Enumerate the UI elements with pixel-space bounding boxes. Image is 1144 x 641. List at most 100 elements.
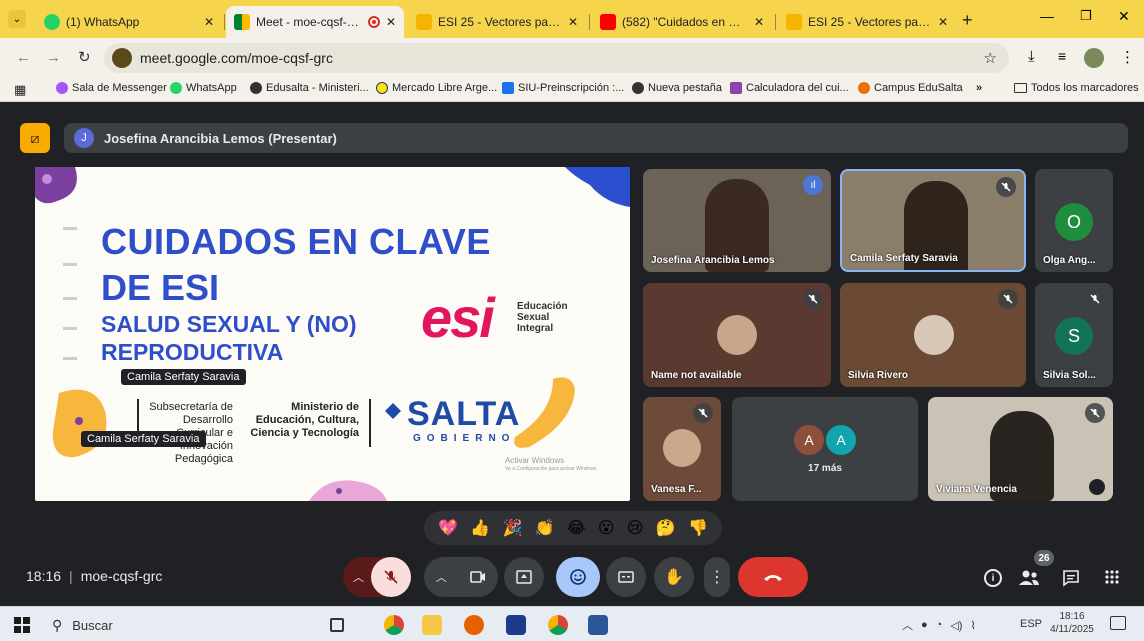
chrome-profile-icon[interactable]: [548, 615, 568, 635]
reaction-heart[interactable]: 💖: [438, 518, 458, 538]
participant-tile[interactable]: Vanesa F...: [643, 397, 721, 501]
video-options-button[interactable]: ︿: [424, 557, 498, 597]
task-view-icon[interactable]: [330, 618, 344, 632]
mic-off-icon: [998, 289, 1018, 309]
back-icon[interactable]: ←: [16, 49, 31, 66]
bookmark-mercadolibre[interactable]: Mercado Libre Arge...: [376, 82, 497, 94]
bookmark-nueva-pestana[interactable]: Nueva pestaña: [632, 82, 722, 94]
raise-hand-button[interactable]: ✋: [654, 557, 694, 597]
hide-presentation-button[interactable]: ⧄: [20, 123, 50, 153]
reaction-sad[interactable]: 😢: [627, 518, 644, 538]
language-indicator[interactable]: ESP: [1020, 618, 1042, 630]
notifications-icon[interactable]: [1110, 616, 1126, 630]
word-icon[interactable]: [588, 615, 608, 635]
mercadolibre-icon: [376, 82, 388, 94]
meeting-details-button[interactable]: i: [984, 569, 1002, 587]
mic-toggle-button[interactable]: [371, 557, 411, 597]
file-explorer-icon[interactable]: [422, 615, 442, 635]
captions-button[interactable]: [606, 557, 646, 597]
people-icon: [1019, 570, 1039, 585]
tab-whatsapp[interactable]: (1) WhatsApp ✕: [36, 6, 222, 38]
leave-call-button[interactable]: [738, 557, 808, 597]
participant-name: Vanesa F...: [651, 484, 702, 495]
avatar: J: [74, 128, 94, 148]
download-icon[interactable]: ⤓: [1028, 48, 1035, 65]
tab-meet[interactable]: Meet - moe-cqsf-grc ✕: [226, 6, 404, 38]
tab-esi-slides-1[interactable]: ESI 25 - Vectores para Rosar ✕: [408, 6, 586, 38]
close-icon[interactable]: ✕: [938, 15, 948, 29]
participant-tile[interactable]: Viviana Venencia: [928, 397, 1113, 501]
bookmark-messenger[interactable]: Sala de Messenger: [56, 82, 167, 94]
bookmark-edusalta[interactable]: Edusalta - Ministeri...: [250, 82, 369, 94]
slide-subtitle-1: SALUD SEXUAL Y (NO): [101, 311, 357, 337]
avatar: A: [794, 425, 824, 455]
all-bookmarks-folder[interactable]: Todos los marcadores: [1014, 82, 1139, 94]
restore-button[interactable]: ❐: [1080, 8, 1092, 24]
tab-esi-slides-2[interactable]: ESI 25 - Vectores para Rosar ✕: [778, 6, 956, 38]
speaking-icon: ıl: [803, 175, 823, 195]
avatar[interactable]: [1084, 48, 1104, 68]
reaction-thumbs-up[interactable]: 👍: [470, 518, 490, 538]
address-bar[interactable]: meet.google.com/moe-cqsf-grc ☆: [104, 43, 1009, 73]
close-icon[interactable]: ✕: [386, 15, 396, 29]
more-count: 17 más: [808, 463, 842, 474]
taskbar-search[interactable]: ⚲ Buscar: [52, 617, 113, 634]
tab-search-button[interactable]: ⌄: [8, 10, 26, 28]
reading-list-icon[interactable]: ≡: [1058, 48, 1066, 64]
more-participants-tile[interactable]: A A 17 más: [732, 397, 918, 501]
menu-icon[interactable]: ⋮: [1120, 48, 1135, 66]
campus-icon: [858, 82, 870, 94]
more-vert-icon: ⋮: [709, 569, 725, 586]
close-icon[interactable]: ✕: [568, 15, 578, 29]
chrome-icon[interactable]: [384, 615, 404, 635]
participant-tile[interactable]: S Silvia Sol...: [1035, 283, 1113, 387]
more-options-button[interactable]: ⋮: [704, 557, 730, 597]
bookmark-star-icon[interactable]: ☆: [984, 49, 997, 67]
participant-tile[interactable]: O Olga Ang...: [1035, 169, 1113, 272]
bookmarks-overflow-button[interactable]: »: [976, 82, 982, 94]
apps-icon[interactable]: ▦: [14, 82, 26, 98]
participant-tile[interactable]: Silvia Rivero: [840, 283, 1026, 387]
forward-icon[interactable]: →: [46, 49, 61, 66]
reaction-surprised[interactable]: 😮: [598, 518, 615, 538]
new-tab-button[interactable]: +: [962, 10, 973, 31]
siu-icon: [502, 82, 514, 94]
bookmark-whatsapp[interactable]: WhatsApp: [170, 82, 237, 94]
camera-icon: [470, 571, 486, 583]
reactions-button[interactable]: [556, 557, 600, 597]
bookmark-siu[interactable]: SIU-Preinscripción :...: [502, 82, 624, 94]
minimize-button[interactable]: —: [1040, 8, 1054, 24]
close-icon[interactable]: ✕: [754, 15, 764, 29]
reaction-thumbs-down[interactable]: 👎: [688, 518, 708, 538]
bookmark-calculadora[interactable]: Calculadora del cui...: [730, 82, 849, 94]
tab-youtube[interactable]: (582) "Cuidados en Clave de ✕: [592, 6, 772, 38]
bookmark-campus[interactable]: Campus EduSalta: [858, 82, 963, 94]
pip-icon[interactable]: [1089, 479, 1105, 495]
reaction-laugh[interactable]: 😂: [567, 518, 586, 538]
mic-off-icon: [996, 177, 1016, 197]
reload-icon[interactable]: ↻: [78, 48, 91, 66]
clock-time: 18:16: [1059, 611, 1085, 622]
firefox-icon[interactable]: [464, 615, 484, 635]
present-screen-button[interactable]: [504, 557, 544, 597]
whatsapp-icon: [44, 14, 60, 30]
close-icon[interactable]: ✕: [204, 15, 214, 29]
reaction-thinking[interactable]: 🤔: [656, 518, 676, 538]
system-tray[interactable]: ︿ ● ◔ ◁) ⌇: [902, 617, 976, 633]
reaction-clap[interactable]: 👏: [535, 518, 555, 538]
participant-tile[interactable]: Name not available: [643, 283, 831, 387]
clock[interactable]: 18:16 4/11/2025: [1050, 610, 1094, 636]
activities-button[interactable]: [1104, 569, 1120, 590]
site-info-icon[interactable]: [112, 48, 132, 68]
participant-tile[interactable]: Camila Serfaty Saravia: [840, 169, 1026, 272]
participant-name: Viviana Venencia: [936, 484, 1017, 495]
windows-start-icon[interactable]: [14, 617, 30, 633]
chat-button[interactable]: [1062, 569, 1080, 592]
gobierno-text: GOBIERNO: [413, 433, 516, 444]
participant-tile[interactable]: ıl Josefina Arancibia Lemos: [643, 169, 831, 272]
reactions-bar: 💖 👍 🎉 👏 😂 😮 😢 🤔 👎: [424, 511, 722, 545]
reaction-party[interactable]: 🎉: [503, 518, 523, 538]
app-icon[interactable]: [506, 615, 526, 635]
close-window-button[interactable]: ✕: [1118, 8, 1130, 25]
participants-button[interactable]: [1018, 569, 1042, 589]
